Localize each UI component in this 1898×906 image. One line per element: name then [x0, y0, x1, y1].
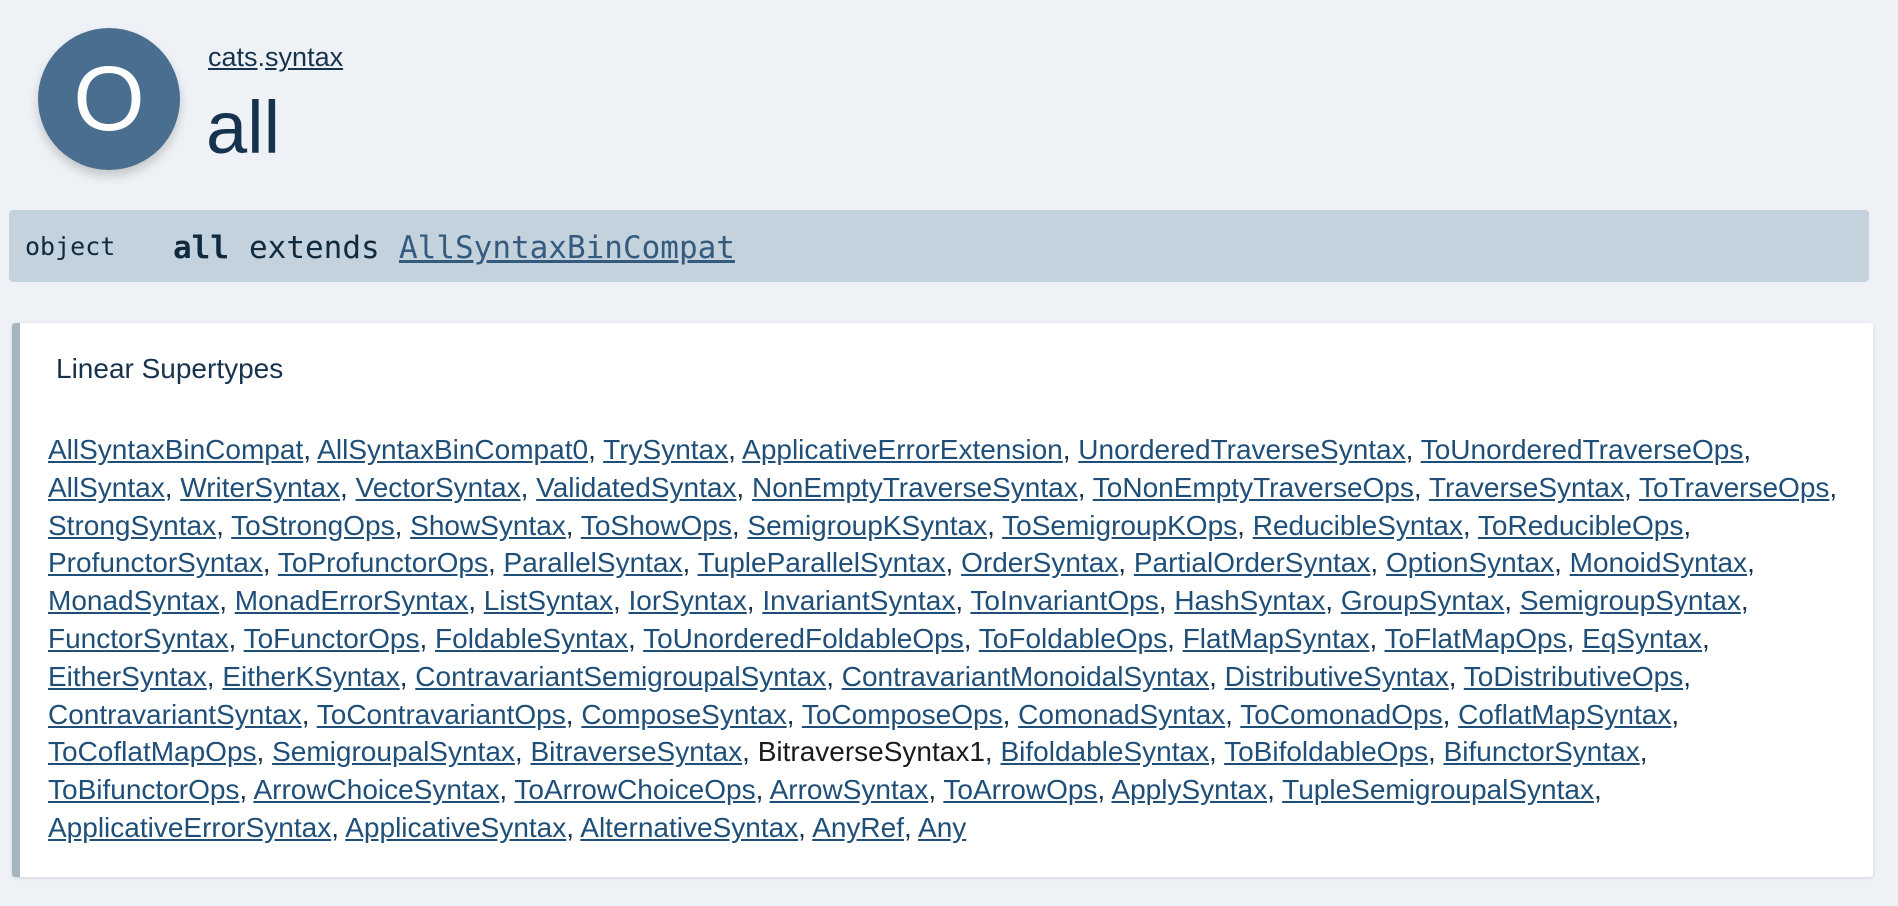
- breadcrumb: cats.syntax: [208, 42, 343, 73]
- supertype-link[interactable]: AlternativeSyntax: [580, 812, 798, 843]
- supertype-link[interactable]: ToFunctorOps: [244, 623, 420, 654]
- supertype-link[interactable]: VectorSyntax: [356, 472, 521, 503]
- linear-supertypes-heading[interactable]: Linear Supertypes: [56, 353, 283, 385]
- supertype-link[interactable]: TrySyntax: [603, 434, 728, 465]
- supertype-link[interactable]: ParallelSyntax: [504, 547, 683, 578]
- supertype-link[interactable]: SemigroupalSyntax: [272, 736, 515, 767]
- supertype-link[interactable]: UnorderedTraverseSyntax: [1078, 434, 1405, 465]
- supertype-link[interactable]: ContravariantSyntax: [48, 699, 302, 730]
- breadcrumb-separator: .: [257, 42, 266, 72]
- supertype-link[interactable]: ToUnorderedFoldableOps: [643, 623, 964, 654]
- supertype-link[interactable]: ArrowChoiceSyntax: [253, 774, 499, 805]
- supertype-link[interactable]: NonEmptyTraverseSyntax: [752, 472, 1078, 503]
- supertype-link[interactable]: ApplicativeErrorSyntax: [48, 812, 331, 843]
- supertype-link[interactable]: SemigroupSyntax: [1520, 585, 1741, 616]
- supertype-link[interactable]: ToFoldableOps: [979, 623, 1167, 654]
- supertype-link[interactable]: IorSyntax: [629, 585, 747, 616]
- supertype-text: BitraverseSyntax1: [757, 736, 985, 768]
- supertype-link[interactable]: ValidatedSyntax: [536, 472, 736, 503]
- supertype-link[interactable]: ReducibleSyntax: [1253, 510, 1463, 541]
- supertype-link[interactable]: SemigroupKSyntax: [747, 510, 987, 541]
- breadcrumb-link-cats[interactable]: cats: [208, 42, 258, 72]
- supertype-link[interactable]: ToComonadOps: [1240, 699, 1442, 730]
- supertype-link[interactable]: ToCoflatMapOps: [48, 736, 257, 767]
- supertype-link[interactable]: HashSyntax: [1174, 585, 1325, 616]
- supertype-link[interactable]: StrongSyntax: [48, 510, 216, 541]
- supertype-link[interactable]: DistributiveSyntax: [1225, 661, 1449, 692]
- supertype-link[interactable]: ToTraverseOps: [1639, 472, 1829, 503]
- supertype-link[interactable]: ListSyntax: [484, 585, 613, 616]
- page-title: all: [206, 86, 281, 169]
- supertype-link[interactable]: ToFlatMapOps: [1385, 623, 1567, 654]
- supertype-link[interactable]: ToArrowOps: [943, 774, 1097, 805]
- supertype-link[interactable]: ToUnorderedTraverseOps: [1421, 434, 1744, 465]
- supertype-link[interactable]: GroupSyntax: [1341, 585, 1504, 616]
- supertype-link[interactable]: FoldableSyntax: [435, 623, 628, 654]
- supertype-link[interactable]: ApplySyntax: [1111, 774, 1267, 805]
- supertype-link[interactable]: FunctorSyntax: [48, 623, 229, 654]
- supertype-link[interactable]: ToInvariantOps: [970, 585, 1158, 616]
- supertype-link[interactable]: TupleParallelSyntax: [698, 547, 946, 578]
- supertype-link[interactable]: BitraverseSyntax: [530, 736, 742, 767]
- linear-supertypes-list: AllSyntaxBinCompat, AllSyntaxBinCompat0,…: [48, 434, 1838, 843]
- supertype-link[interactable]: ProfunctorSyntax: [48, 547, 263, 578]
- supertype-link[interactable]: TraverseSyntax: [1429, 472, 1624, 503]
- supertype-link[interactable]: MonoidSyntax: [1570, 547, 1747, 578]
- supertype-link[interactable]: ToSemigroupKOps: [1002, 510, 1237, 541]
- supertype-link[interactable]: AnyRef: [812, 812, 904, 843]
- supertype-link[interactable]: Any: [918, 812, 966, 843]
- signature-kind: object: [25, 232, 116, 261]
- supertype-link[interactable]: OptionSyntax: [1386, 547, 1554, 578]
- supertype-link[interactable]: EitherKSyntax: [222, 661, 399, 692]
- supertype-link[interactable]: ContravariantMonoidalSyntax: [842, 661, 1209, 692]
- signature-extends-keyword: extends: [249, 230, 380, 266]
- page-header: O cats.syntax all: [38, 28, 1838, 178]
- supertype-link[interactable]: AllSyntaxBinCompat: [48, 434, 303, 465]
- supertype-link[interactable]: ToProfunctorOps: [278, 547, 488, 578]
- supertype-link[interactable]: ToShowOps: [581, 510, 732, 541]
- supertype-link[interactable]: BifunctorSyntax: [1444, 736, 1640, 767]
- supertype-link[interactable]: EitherSyntax: [48, 661, 207, 692]
- supertype-link[interactable]: ToArrowChoiceOps: [514, 774, 755, 805]
- supertype-link[interactable]: ComposeSyntax: [581, 699, 786, 730]
- supertype-link[interactable]: AllSyntax: [48, 472, 165, 503]
- supertype-link[interactable]: WriterSyntax: [180, 472, 340, 503]
- supertype-link[interactable]: ArrowSyntax: [770, 774, 929, 805]
- supertype-link[interactable]: ToContravariantOps: [317, 699, 566, 730]
- supertype-link[interactable]: CoflatMapSyntax: [1458, 699, 1671, 730]
- supertype-link[interactable]: MonadErrorSyntax: [235, 585, 468, 616]
- supertype-link[interactable]: ToStrongOps: [231, 510, 394, 541]
- supertype-link[interactable]: ToBifunctorOps: [48, 774, 239, 805]
- supertype-link[interactable]: InvariantSyntax: [762, 585, 955, 616]
- supertype-link[interactable]: ContravariantSemigroupalSyntax: [415, 661, 826, 692]
- supertype-link[interactable]: MonadSyntax: [48, 585, 219, 616]
- object-badge-icon: O: [38, 28, 180, 170]
- signature-name: all: [173, 230, 229, 266]
- signature-bar: object all extends AllSyntaxBinCompat: [9, 210, 1869, 282]
- supertype-link[interactable]: ApplicativeSyntax: [345, 812, 566, 843]
- supertype-link[interactable]: ToReducibleOps: [1478, 510, 1683, 541]
- supertype-link[interactable]: EqSyntax: [1582, 623, 1702, 654]
- supertype-link[interactable]: TupleSemigroupalSyntax: [1282, 774, 1594, 805]
- supertype-link[interactable]: ToComposeOps: [802, 699, 1003, 730]
- supertype-link[interactable]: OrderSyntax: [961, 547, 1118, 578]
- supertype-link[interactable]: AllSyntaxBinCompat0: [317, 434, 588, 465]
- supertype-link[interactable]: ShowSyntax: [410, 510, 566, 541]
- supertype-link[interactable]: PartialOrderSyntax: [1134, 547, 1371, 578]
- supertype-link[interactable]: FlatMapSyntax: [1183, 623, 1370, 654]
- supertype-link[interactable]: BifoldableSyntax: [1000, 736, 1209, 767]
- supertype-link[interactable]: ToDistributiveOps: [1464, 661, 1683, 692]
- linear-supertypes-panel: Linear Supertypes AllSyntaxBinCompat, Al…: [12, 323, 1873, 877]
- breadcrumb-link-syntax[interactable]: syntax: [265, 42, 343, 72]
- signature-parent-link[interactable]: AllSyntaxBinCompat: [399, 230, 735, 266]
- supertype-link[interactable]: ApplicativeErrorExtension: [742, 434, 1063, 465]
- supertype-link[interactable]: ToNonEmptyTraverseOps: [1093, 472, 1414, 503]
- supertype-link[interactable]: ToBifoldableOps: [1224, 736, 1428, 767]
- supertype-link[interactable]: ComonadSyntax: [1018, 699, 1225, 730]
